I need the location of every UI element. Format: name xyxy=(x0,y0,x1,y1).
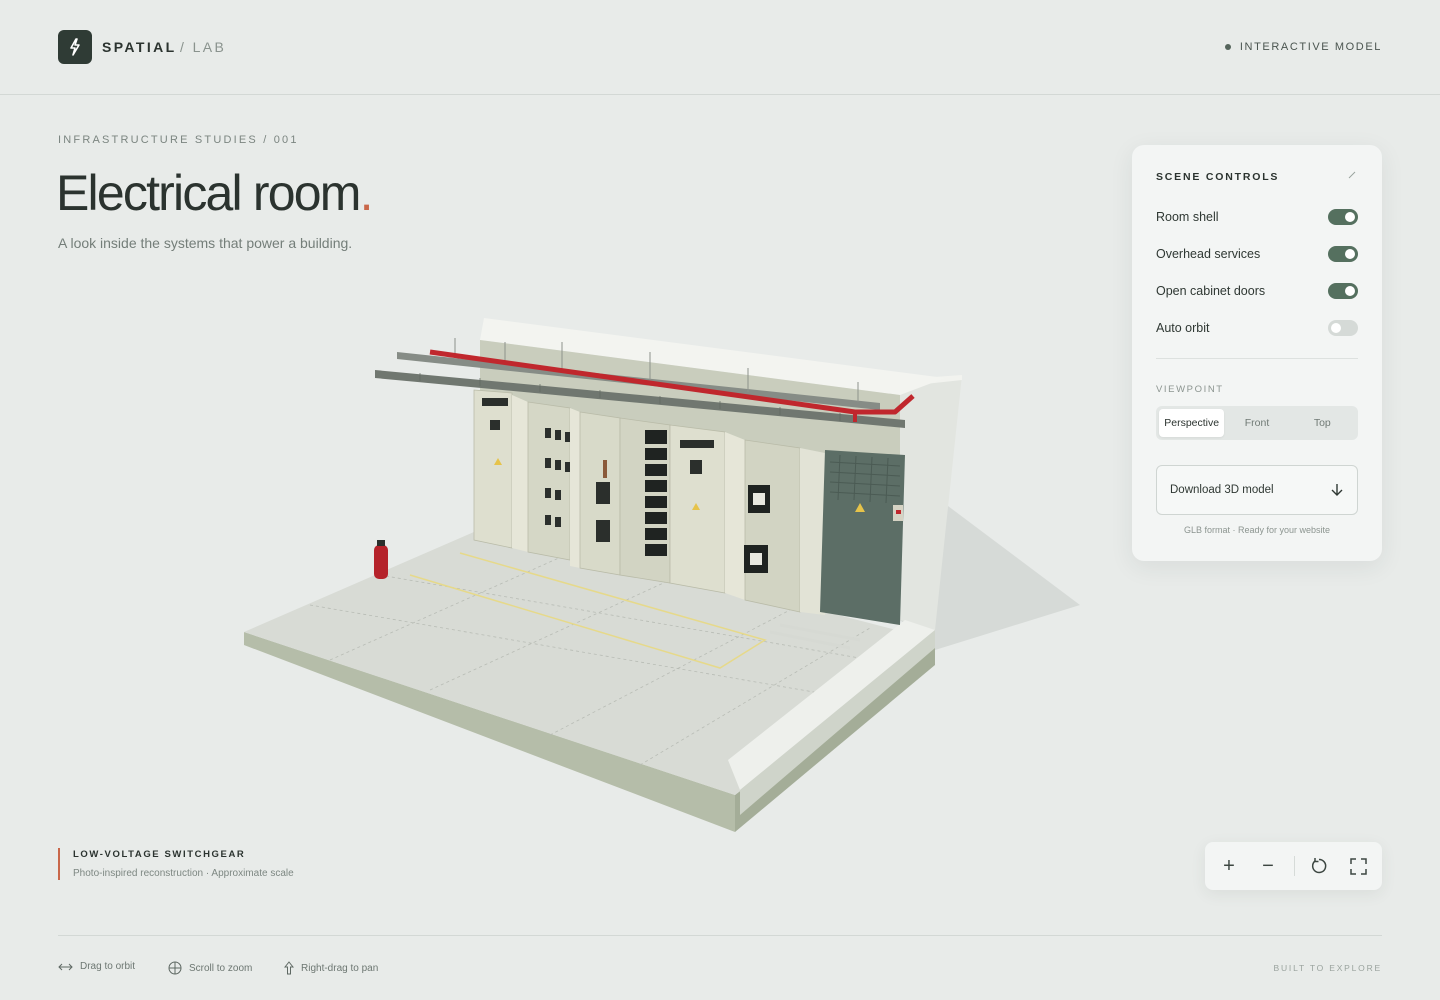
toggle-label: Open cabinet doors xyxy=(1156,284,1266,298)
lightning-icon xyxy=(70,38,80,56)
crosshair-circle-icon xyxy=(168,961,182,975)
toggle-open-cabinet-doors[interactable]: Open cabinet doors xyxy=(1156,281,1358,301)
viewpoint-selector: Perspective Front Top xyxy=(1156,406,1358,440)
toggle-label: Auto orbit xyxy=(1156,321,1210,335)
panel-title: SCENE CONTROLS xyxy=(1156,171,1280,183)
status-indicator: INTERACTIVE MODEL xyxy=(1224,41,1382,53)
toggle-room-shell[interactable]: Room shell xyxy=(1156,207,1358,227)
hint-pan: Right-drag to pan xyxy=(284,961,378,975)
logo[interactable] xyxy=(58,30,92,64)
fullscreen-icon xyxy=(1349,857,1367,875)
caption-title: LOW-VOLTAGE SWITCHGEAR xyxy=(73,849,246,860)
status-label: INTERACTIVE MODEL xyxy=(1239,41,1382,53)
toggle-knob xyxy=(1331,323,1341,333)
toggle-switch[interactable] xyxy=(1328,209,1358,225)
caption-subtitle: Photo-inspired reconstruction · Approxim… xyxy=(73,868,294,879)
viewpoint-label: VIEWPOINT xyxy=(1156,384,1224,395)
page-title-text: Electrical room xyxy=(56,165,361,221)
hint-label: Scroll to zoom xyxy=(189,962,253,974)
arrow-up-icon xyxy=(284,961,294,975)
model-viewport[interactable] xyxy=(230,300,1100,845)
electrical-room-model xyxy=(244,318,1080,832)
toggle-switch[interactable] xyxy=(1328,320,1358,336)
fullscreen-button[interactable] xyxy=(1346,854,1370,878)
hint-label: Drag to orbit xyxy=(80,961,136,972)
toggle-label: Room shell xyxy=(1156,210,1219,224)
divider xyxy=(1156,358,1358,359)
footer-tagline: BUILT TO EXPLORE xyxy=(1273,963,1382,973)
hint-zoom: Scroll to zoom xyxy=(168,961,252,975)
toggle-knob xyxy=(1345,286,1355,296)
toggle-knob xyxy=(1345,212,1355,222)
download-label: Download 3D model xyxy=(1170,484,1274,496)
zoom-out-button[interactable]: − xyxy=(1256,854,1280,878)
toggle-overhead-services[interactable]: Overhead services xyxy=(1156,244,1358,264)
arrows-horizontal-icon xyxy=(58,963,73,970)
brand-subtitle: / LAB xyxy=(180,39,227,55)
model-caption: LOW-VOLTAGE SWITCHGEAR Photo-inspired re… xyxy=(58,848,294,880)
viewpoint-front[interactable]: Front xyxy=(1224,409,1289,437)
download-arrow-icon xyxy=(1331,484,1343,496)
collapse-icon[interactable] xyxy=(1346,169,1358,181)
viewpoint-top[interactable]: Top xyxy=(1290,409,1355,437)
footer-divider xyxy=(58,935,1382,936)
view-controls: + − xyxy=(1205,842,1382,890)
hint-orbit: Drag to orbit xyxy=(58,961,135,972)
viewpoint-perspective[interactable]: Perspective xyxy=(1159,409,1225,437)
reset-view-button[interactable] xyxy=(1307,854,1331,878)
download-note: GLB format · Ready for your website xyxy=(1183,525,1331,535)
divider xyxy=(1294,856,1295,876)
toggle-switch[interactable] xyxy=(1328,246,1358,262)
status-dot-icon xyxy=(1224,44,1231,50)
page-title-dot: . xyxy=(359,165,374,221)
site-header: SPATIAL / LAB INTERACTIVE MODEL xyxy=(0,0,1440,95)
eyebrow: INFRASTRUCTURE STUDIES / 001 xyxy=(58,134,299,146)
download-model-button[interactable]: Download 3D model xyxy=(1156,465,1358,515)
reset-icon xyxy=(1311,858,1327,874)
page-title: Electrical room. xyxy=(56,164,374,222)
page-subtitle: A look inside the systems that power a b… xyxy=(58,235,353,251)
toggle-auto-orbit[interactable]: Auto orbit xyxy=(1156,318,1358,338)
toggle-switch[interactable] xyxy=(1328,283,1358,299)
toggle-knob xyxy=(1345,249,1355,259)
scene-controls-panel: SCENE CONTROLS Room shell Overhead servi… xyxy=(1132,145,1382,561)
toggle-label: Overhead services xyxy=(1156,247,1261,261)
hint-label: Right-drag to pan xyxy=(301,962,379,974)
brand-name: SPATIAL xyxy=(102,39,177,55)
zoom-in-button[interactable]: + xyxy=(1217,854,1241,878)
